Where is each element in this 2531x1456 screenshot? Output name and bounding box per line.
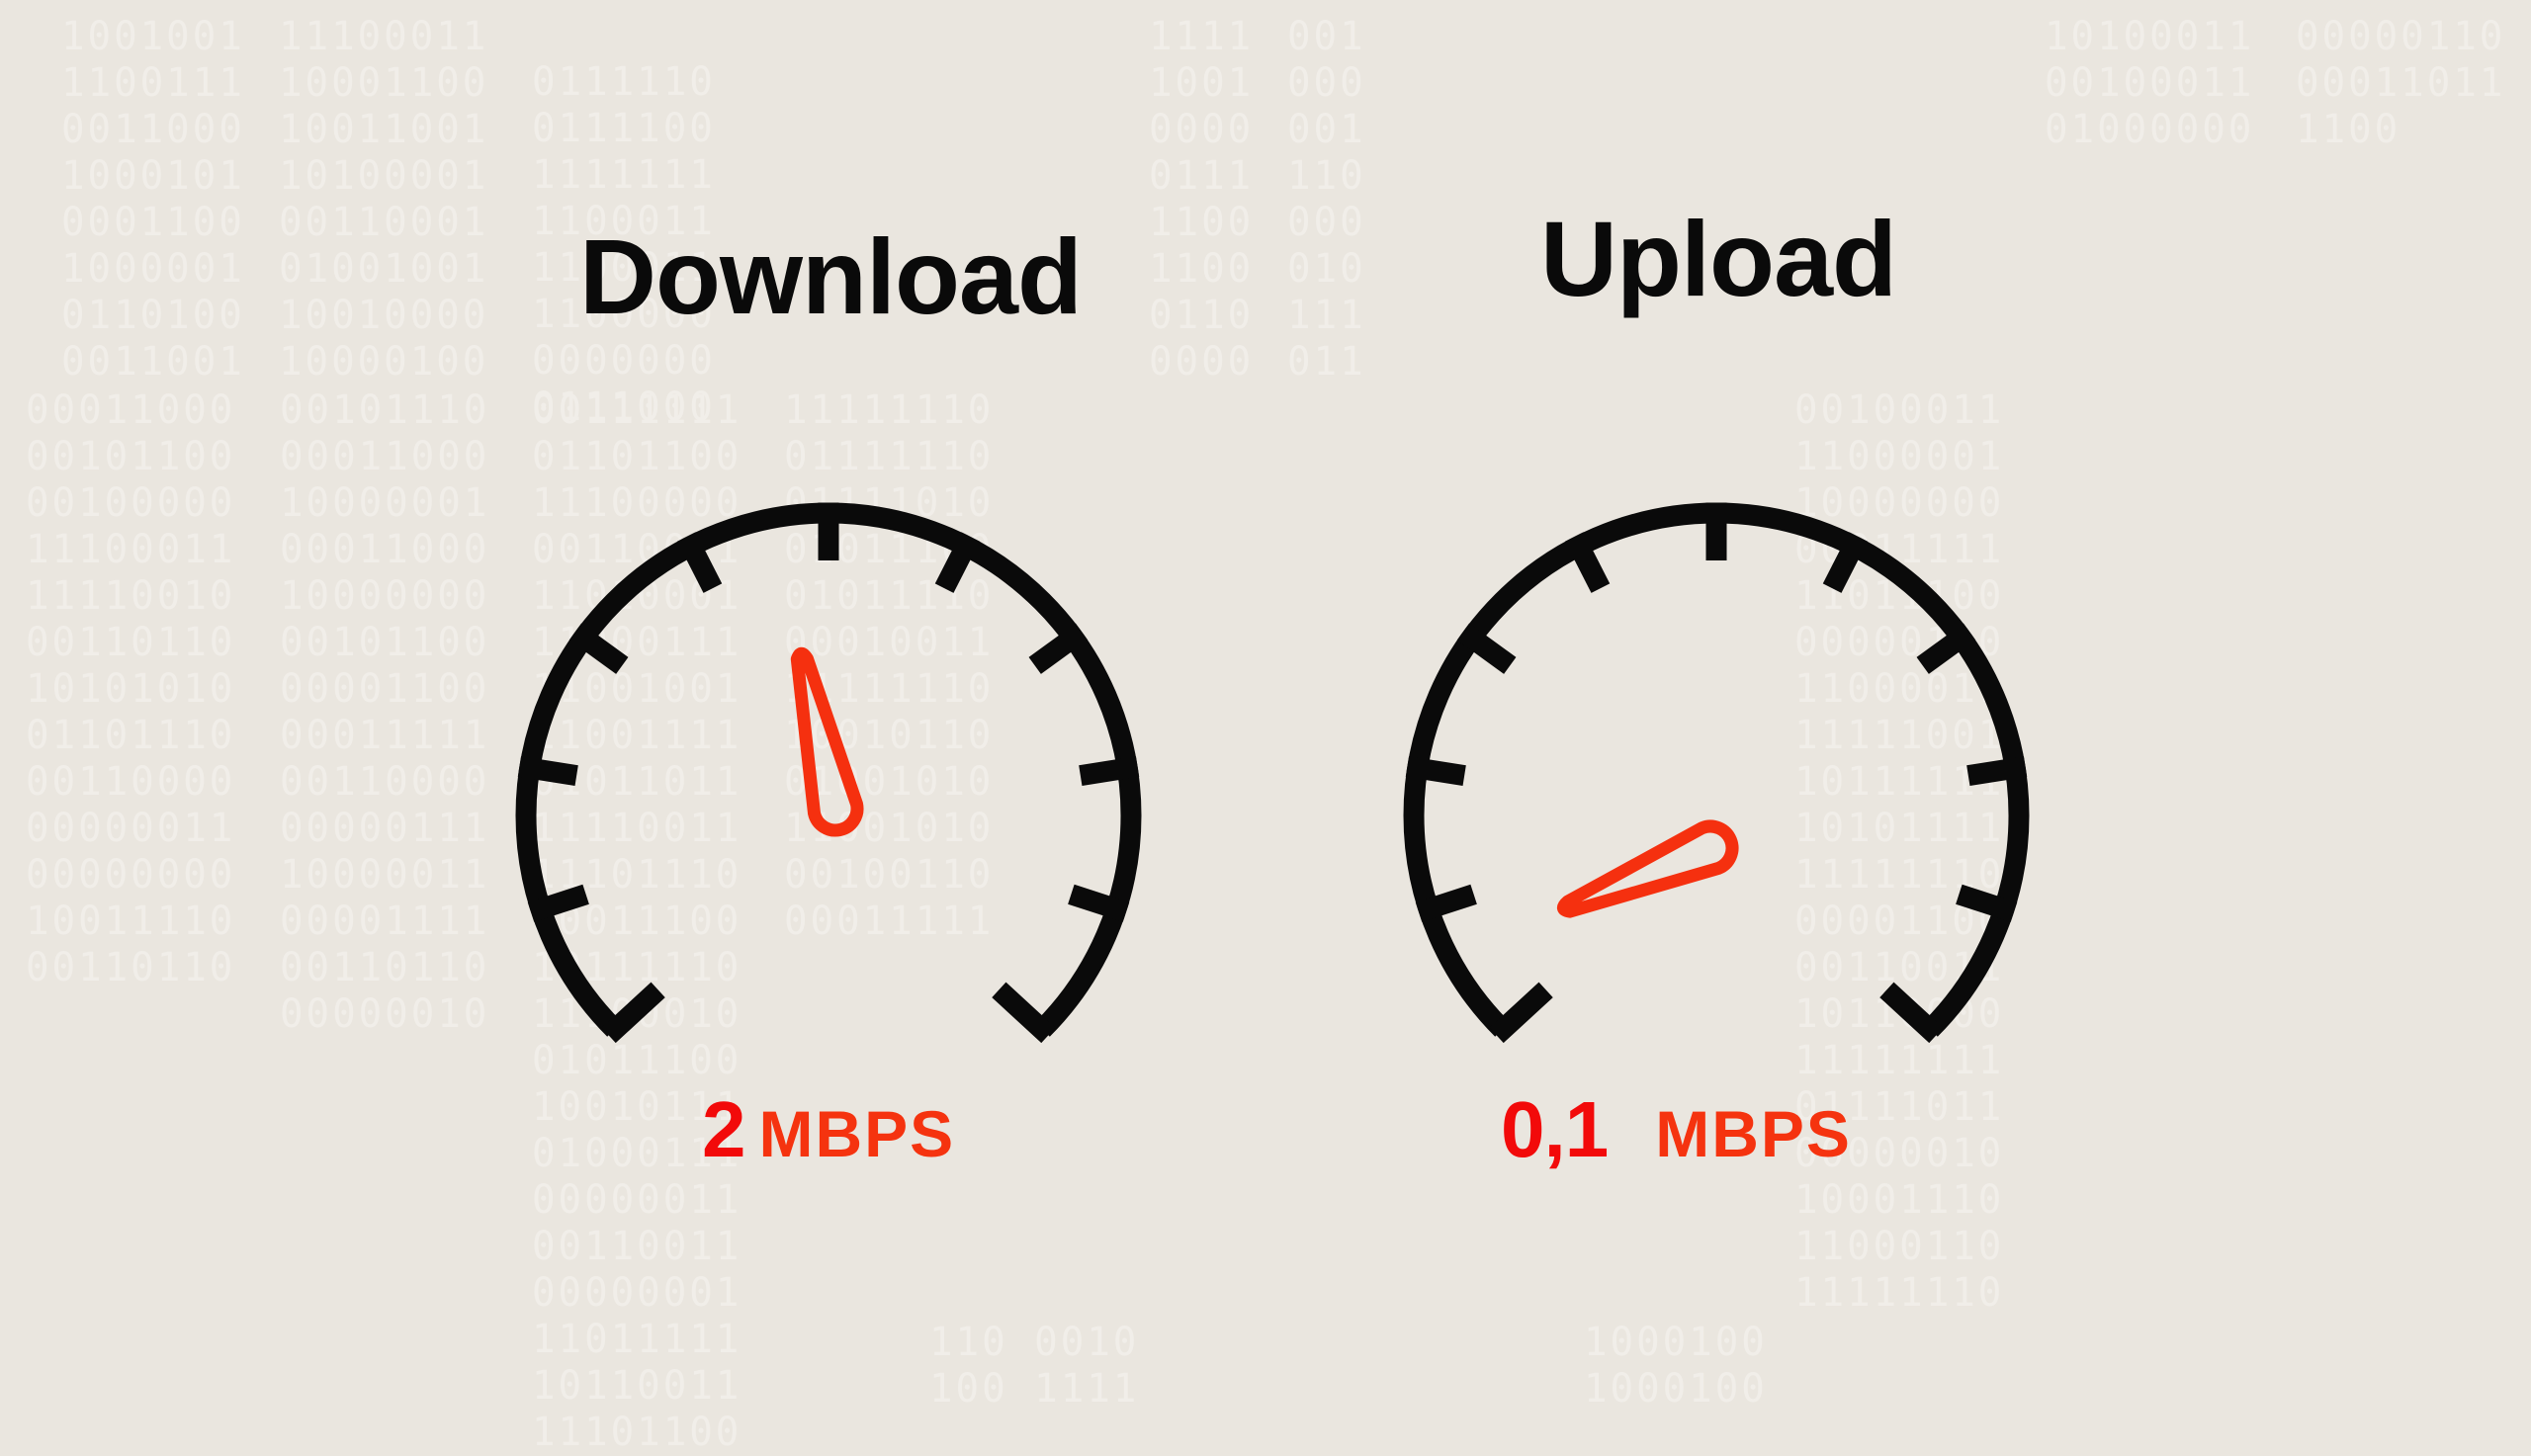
gauge-end-tick: [601, 982, 665, 1044]
gauge-tick: [1456, 623, 1517, 674]
upload-speed-unit: MBPS: [1655, 1097, 1852, 1170]
gauge-tick: [1916, 623, 1976, 674]
gauge-end-tick: [1489, 982, 1553, 1044]
upload-title: Upload: [1540, 199, 1897, 318]
upload-speed-readout: 0,1 MBPS: [1501, 1090, 1852, 1169]
gauge-end-tick: [1879, 982, 1944, 1044]
upload-gauge: [1403, 502, 2030, 1044]
download-speed-unit: MBPS: [758, 1097, 956, 1170]
gauge-needle: [1556, 819, 1739, 918]
gauge-tick: [517, 756, 578, 787]
gauge-needle: [790, 646, 864, 837]
download-speed-value: 2: [702, 1085, 745, 1173]
gauge-arc: [515, 502, 1142, 1037]
download-speed-readout: 2 MBPS: [702, 1090, 955, 1169]
gauges-canvas: [515, 502, 2030, 1044]
gauge-tick: [1405, 756, 1466, 787]
gauge-arc: [1403, 502, 2030, 1037]
gauge-tick: [1079, 756, 1140, 787]
download-gauge: [515, 502, 1142, 1044]
download-title: Download: [579, 216, 1083, 336]
gauge-tick: [1028, 623, 1089, 674]
upload-speed-value: 0,1: [1501, 1085, 1609, 1173]
gauge-tick: [568, 623, 629, 674]
gauge-tick: [1966, 756, 2028, 787]
gauge-end-tick: [992, 982, 1056, 1044]
